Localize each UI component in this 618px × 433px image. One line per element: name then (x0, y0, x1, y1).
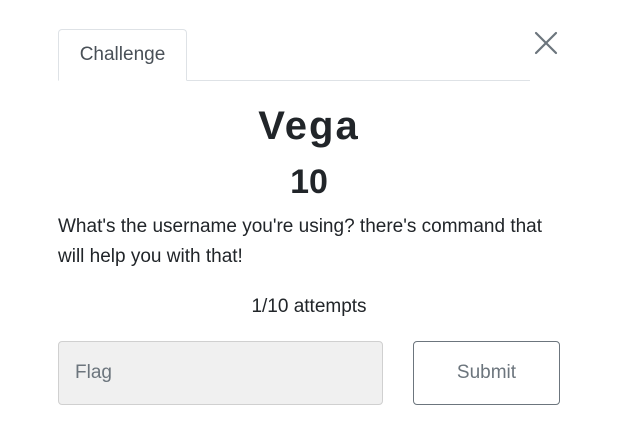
attempts-counter: 1/10 attempts (251, 296, 367, 317)
challenge-modal: Challenge Vega 10 What's the username yo… (0, 0, 618, 433)
tab-bar: Challenge (58, 29, 530, 81)
challenge-points: 10 (290, 163, 328, 201)
challenge-name: Vega (258, 104, 360, 148)
close-icon (533, 30, 559, 56)
challenge-description: What's the username you're using? there'… (58, 216, 543, 267)
tab-challenge-label: Challenge (79, 44, 166, 65)
submit-button[interactable]: Submit (413, 341, 560, 405)
flag-input[interactable] (58, 341, 383, 405)
tab-challenge[interactable]: Challenge (58, 29, 187, 81)
close-button[interactable] (533, 30, 559, 56)
